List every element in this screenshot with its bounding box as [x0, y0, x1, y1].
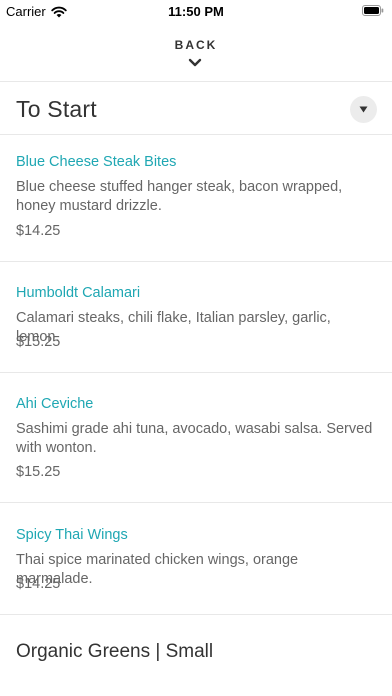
menu-item[interactable]: Spicy Thai Wings Thai spice marinated ch…: [0, 503, 392, 614]
back-header[interactable]: BACK: [0, 22, 392, 81]
item-name[interactable]: Spicy Thai Wings: [16, 527, 128, 543]
item-description: Calamari steaks, chili flake, Italian pa…: [16, 310, 331, 345]
item-description: Sashimi grade ahi tuna, avocado, wasabi …: [16, 421, 373, 456]
collapse-section-button[interactable]: [350, 96, 377, 123]
item-name[interactable]: Blue Cheese Steak Bites: [16, 154, 176, 170]
item-name[interactable]: Ahi Ceviche: [16, 396, 93, 412]
caret-down-icon: [359, 106, 368, 113]
next-section-title[interactable]: Organic Greens | Small: [16, 641, 213, 663]
battery-icon: [362, 5, 384, 16]
item-description: Blue cheese stuffed hanger steak, bacon …: [16, 179, 343, 214]
item-price: $15.25: [16, 334, 61, 350]
status-bar: Carrier 11:50 PM: [0, 0, 392, 22]
back-button[interactable]: BACK: [0, 38, 392, 52]
chevron-down-icon[interactable]: [188, 58, 202, 67]
item-divider: [0, 614, 392, 615]
clock: 11:50 PM: [168, 4, 224, 19]
item-price: $14.25: [16, 576, 61, 592]
section-title: To Start: [16, 96, 97, 122]
menu-item[interactable]: Blue Cheese Steak Bites Blue cheese stuf…: [0, 135, 392, 261]
item-description: Thai spice marinated chicken wings, oran…: [16, 552, 299, 587]
menu-item[interactable]: Humboldt Calamari Calamari steaks, chili…: [0, 262, 392, 372]
header-divider: [0, 81, 392, 82]
menu-item[interactable]: Ahi Ceviche Sashimi grade ahi tuna, avoc…: [0, 373, 392, 502]
item-price: $15.25: [16, 464, 61, 480]
item-price: $14.25: [16, 223, 61, 239]
item-name[interactable]: Humboldt Calamari: [16, 285, 140, 301]
